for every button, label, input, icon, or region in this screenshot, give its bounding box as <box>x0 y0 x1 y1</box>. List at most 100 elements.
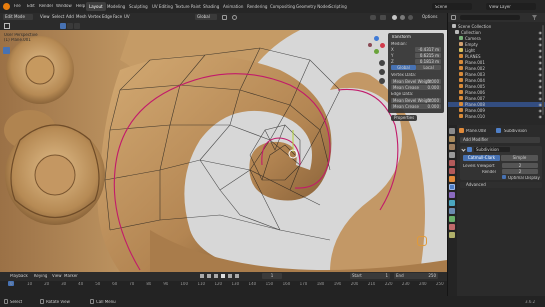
next-key-icon[interactable] <box>228 274 232 278</box>
select-mode-vertex-icon[interactable] <box>60 23 66 29</box>
outliner-item[interactable]: Plane.006 ◉ <box>448 90 545 95</box>
shading-rendered-icon[interactable] <box>408 15 413 20</box>
3d-viewport[interactable]: User Perspective (1) Plane.001 <box>0 30 447 272</box>
outliner-scrollbar[interactable] <box>542 25 544 115</box>
texture-tab-icon[interactable] <box>449 232 455 238</box>
scene-selector[interactable]: Scene <box>432 3 472 10</box>
add-modifier-button[interactable]: Add Modifier <box>460 137 540 143</box>
material-tab-icon[interactable] <box>449 224 455 230</box>
keying-menu[interactable]: Keying <box>34 274 47 278</box>
edge-crease-field[interactable]: Mean Crease 0.000 <box>391 104 441 109</box>
options-dropdown[interactable]: Options <box>420 14 439 20</box>
jump-start-icon[interactable] <box>200 274 204 278</box>
tab-animation[interactable]: Animation <box>220 2 246 11</box>
play-reverse-icon[interactable] <box>214 274 218 278</box>
outliner-search-field[interactable] <box>460 15 520 20</box>
end-frame-field[interactable]: End 250 <box>394 273 438 279</box>
overlay-icon[interactable] <box>370 15 376 20</box>
axis-neg-icon[interactable] <box>368 43 372 47</box>
modifier-tab-icon[interactable] <box>449 184 455 190</box>
tab-scripting[interactable]: Scripting <box>326 2 350 11</box>
snap-icon[interactable] <box>222 15 227 20</box>
transform-orientation-dropdown[interactable]: Global <box>195 14 217 20</box>
global-toggle[interactable]: Global <box>391 65 416 70</box>
transform-section-title[interactable]: Transform <box>391 35 411 39</box>
menu-file[interactable]: File <box>14 4 21 8</box>
menu-edit[interactable]: Edit <box>27 4 35 8</box>
camera-view-icon[interactable] <box>379 78 385 84</box>
median-z-field[interactable]: 0.1813 m <box>415 59 441 64</box>
axis-x-icon[interactable] <box>380 43 385 48</box>
vertex-bevel-field[interactable]: Mean Bevel Weight 0.000 <box>391 79 441 84</box>
tab-sculpting[interactable]: Sculpting <box>126 2 151 11</box>
optimal-display-checkbox[interactable] <box>502 175 506 179</box>
select-mode-face-icon[interactable] <box>74 23 80 29</box>
outliner-scene-collection[interactable]: Scene Collection <box>448 24 545 29</box>
outliner-funnel-icon[interactable] <box>532 15 537 20</box>
play-icon[interactable] <box>221 274 225 278</box>
catmull-clark-button[interactable]: Catmull-Clark <box>463 155 500 161</box>
view-layer-selector[interactable]: View Layer <box>486 3 536 10</box>
levels-viewport-field[interactable]: 2 <box>502 163 538 168</box>
outliner-item[interactable]: Light ◉ <box>448 48 545 53</box>
outliner-item[interactable]: PLANES ◉ <box>448 54 545 59</box>
blender-logo-icon[interactable] <box>3 3 10 10</box>
modifier-expand-icon[interactable] <box>461 147 466 152</box>
outliner-item[interactable]: Empty ◉ <box>448 42 545 47</box>
outliner-item[interactable]: Plane.008 ◉ <box>448 102 545 107</box>
tool-tab-icon[interactable] <box>449 128 455 134</box>
render-levels-field[interactable]: 2 <box>502 169 538 174</box>
advanced-subpanel[interactable]: Advanced <box>460 182 542 188</box>
nav-gizmo[interactable] <box>366 35 386 55</box>
pan-hand-icon[interactable] <box>379 69 385 75</box>
timeline-view-menu[interactable]: View <box>52 274 62 278</box>
outliner-item[interactable]: Plane.009 ◉ <box>448 108 545 113</box>
constraints-tab-icon[interactable] <box>449 208 455 214</box>
median-y-field[interactable]: 0.6215 m <box>415 53 441 58</box>
world-tab-icon[interactable] <box>449 168 455 174</box>
outliner-item[interactable]: Camera ◉ <box>448 36 545 41</box>
scene-tab-icon[interactable] <box>449 160 455 166</box>
modifier-name-field[interactable]: Subdivision <box>474 147 510 152</box>
menu-render[interactable]: Render <box>39 4 53 8</box>
current-frame-field[interactable]: 1 <box>262 273 282 279</box>
view-layer-tab-icon[interactable] <box>449 152 455 158</box>
outliner-item[interactable]: Plane.004 ◉ <box>448 78 545 83</box>
shading-solid-icon[interactable] <box>392 15 397 20</box>
axis-y-icon[interactable] <box>374 49 379 54</box>
render-tab-icon[interactable] <box>449 136 455 142</box>
object-tab-icon[interactable] <box>449 176 455 182</box>
vertex-crease-field[interactable]: Mean Crease 0.000 <box>391 85 441 90</box>
outliner-item[interactable]: Collection ◉ <box>448 30 545 35</box>
outliner-item[interactable]: Plane.005 ◉ <box>448 84 545 89</box>
proportional-edit-icon[interactable] <box>232 15 237 20</box>
tab-modeling[interactable]: Modeling <box>104 2 128 11</box>
select-mode-edge-icon[interactable] <box>67 23 73 29</box>
physics-tab-icon[interactable] <box>449 200 455 206</box>
marker-menu[interactable]: Marker <box>64 274 78 278</box>
shading-material-icon[interactable] <box>400 15 405 20</box>
start-frame-field[interactable]: Start 1 <box>350 273 390 279</box>
edge-bevel-field[interactable]: Mean Bevel Weight 0.000 <box>391 98 441 103</box>
median-x-field[interactable]: -0.4317 m <box>415 47 441 52</box>
axis-z-icon[interactable] <box>374 36 379 41</box>
local-toggle[interactable]: Local <box>416 65 441 70</box>
playback-menu[interactable]: Playback <box>10 274 28 278</box>
xray-icon[interactable] <box>380 15 386 20</box>
outliner-item[interactable]: Plane.003 ◉ <box>448 72 545 77</box>
prev-key-icon[interactable] <box>207 274 211 278</box>
zoom-icon[interactable] <box>379 60 385 66</box>
menu-help[interactable]: Help <box>76 4 85 8</box>
mode-dropdown[interactable]: Edit Mode <box>3 14 33 20</box>
menu-window[interactable]: Window <box>56 4 72 8</box>
menu-uv[interactable]: UV <box>122 14 132 20</box>
properties-section-title[interactable]: Properties <box>391 115 418 121</box>
tab-layout[interactable]: Layout <box>86 2 106 11</box>
particles-tab-icon[interactable] <box>449 192 455 198</box>
tab-shading[interactable]: Shading <box>200 2 222 11</box>
outliner-filter-icon[interactable] <box>451 15 456 20</box>
frame-ruler[interactable]: 0 10 20 30 40 50 60 70 80 90 100 110 120 130 140 150 160… <box>0 281 447 296</box>
output-tab-icon[interactable] <box>449 144 455 150</box>
jump-end-icon[interactable] <box>235 274 239 278</box>
simple-button[interactable]: Simple <box>501 155 538 161</box>
